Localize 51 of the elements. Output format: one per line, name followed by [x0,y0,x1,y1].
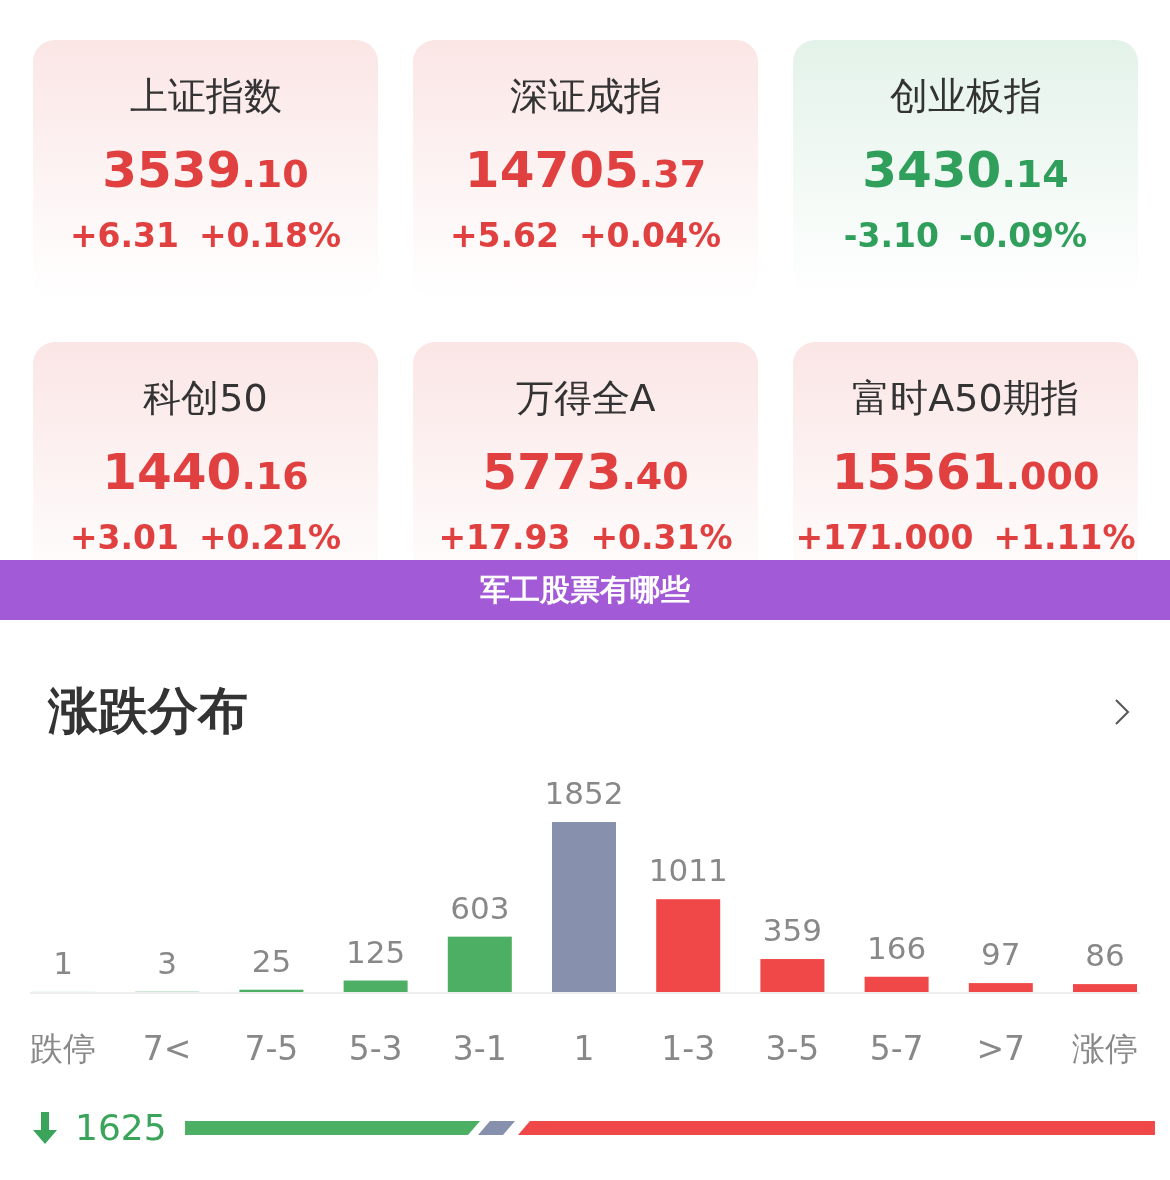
category-label: 7-5 [244,1029,299,1068]
index-name: 创业板指 [889,73,1042,120]
change-value: +171.000 [795,518,974,557]
value-label: 1852 [544,775,624,811]
index-name: 富时A50期指 [852,375,1079,422]
value-label: 3 [157,944,178,981]
index-name: 万得全A [515,375,656,422]
change-value: +3.01 [69,518,179,557]
down-count: 1625 [75,1107,167,1148]
change-percent: +0.31% [590,518,733,557]
value-label: 125 [346,933,406,970]
title-banner: 军工股票有哪些 [0,560,1170,620]
section-title: 涨跌分布 [48,681,248,742]
change-value: +5.62 [449,216,559,255]
value-label: 97 [981,936,1021,973]
change-percent: +0.21% [198,518,342,557]
value-label: 1011 [648,852,728,889]
value-label: 603 [450,889,510,926]
value-label: 86 [1085,937,1125,974]
index-name: 上证指数 [129,73,282,120]
category-label: 1 [573,1029,595,1068]
index-price: 3430.14 [862,140,1069,201]
category-label: 涨停 [1072,1029,1138,1068]
index-name: 科创50 [143,375,268,422]
value-label: 1 [53,944,73,981]
index-price: 15561.000 [831,442,1100,503]
change-percent: +0.04% [578,216,722,255]
category-label: >7 [976,1029,1026,1068]
index-price: 5773.40 [482,442,689,503]
chevron-right-icon[interactable] [1114,697,1130,726]
category-label: 5-7 [869,1029,924,1068]
change-value: +17.93 [438,518,571,557]
category-label: 跌停 [30,1029,96,1068]
change-percent: -0.09% [958,216,1088,255]
category-label: 1-3 [661,1029,716,1068]
change-percent: +1.11% [993,518,1136,557]
index-price: 1440.16 [102,442,309,503]
category-label: 3-1 [452,1029,507,1068]
value-label: 25 [251,942,292,979]
value-label: 166 [867,929,927,966]
category-label: 7< [142,1029,192,1068]
index-price: 14705.37 [464,140,707,201]
change-value: -3.10 [843,216,939,255]
index-price: 3539.10 [102,140,309,201]
category-label: 5-3 [348,1029,403,1068]
change-percent: +0.18% [198,216,342,255]
index-name: 深证成指 [509,73,662,120]
category-label: 3-5 [765,1029,820,1068]
value-label: 359 [762,912,822,949]
down-arrow-icon [33,1111,57,1144]
change-value: +6.31 [69,216,179,255]
